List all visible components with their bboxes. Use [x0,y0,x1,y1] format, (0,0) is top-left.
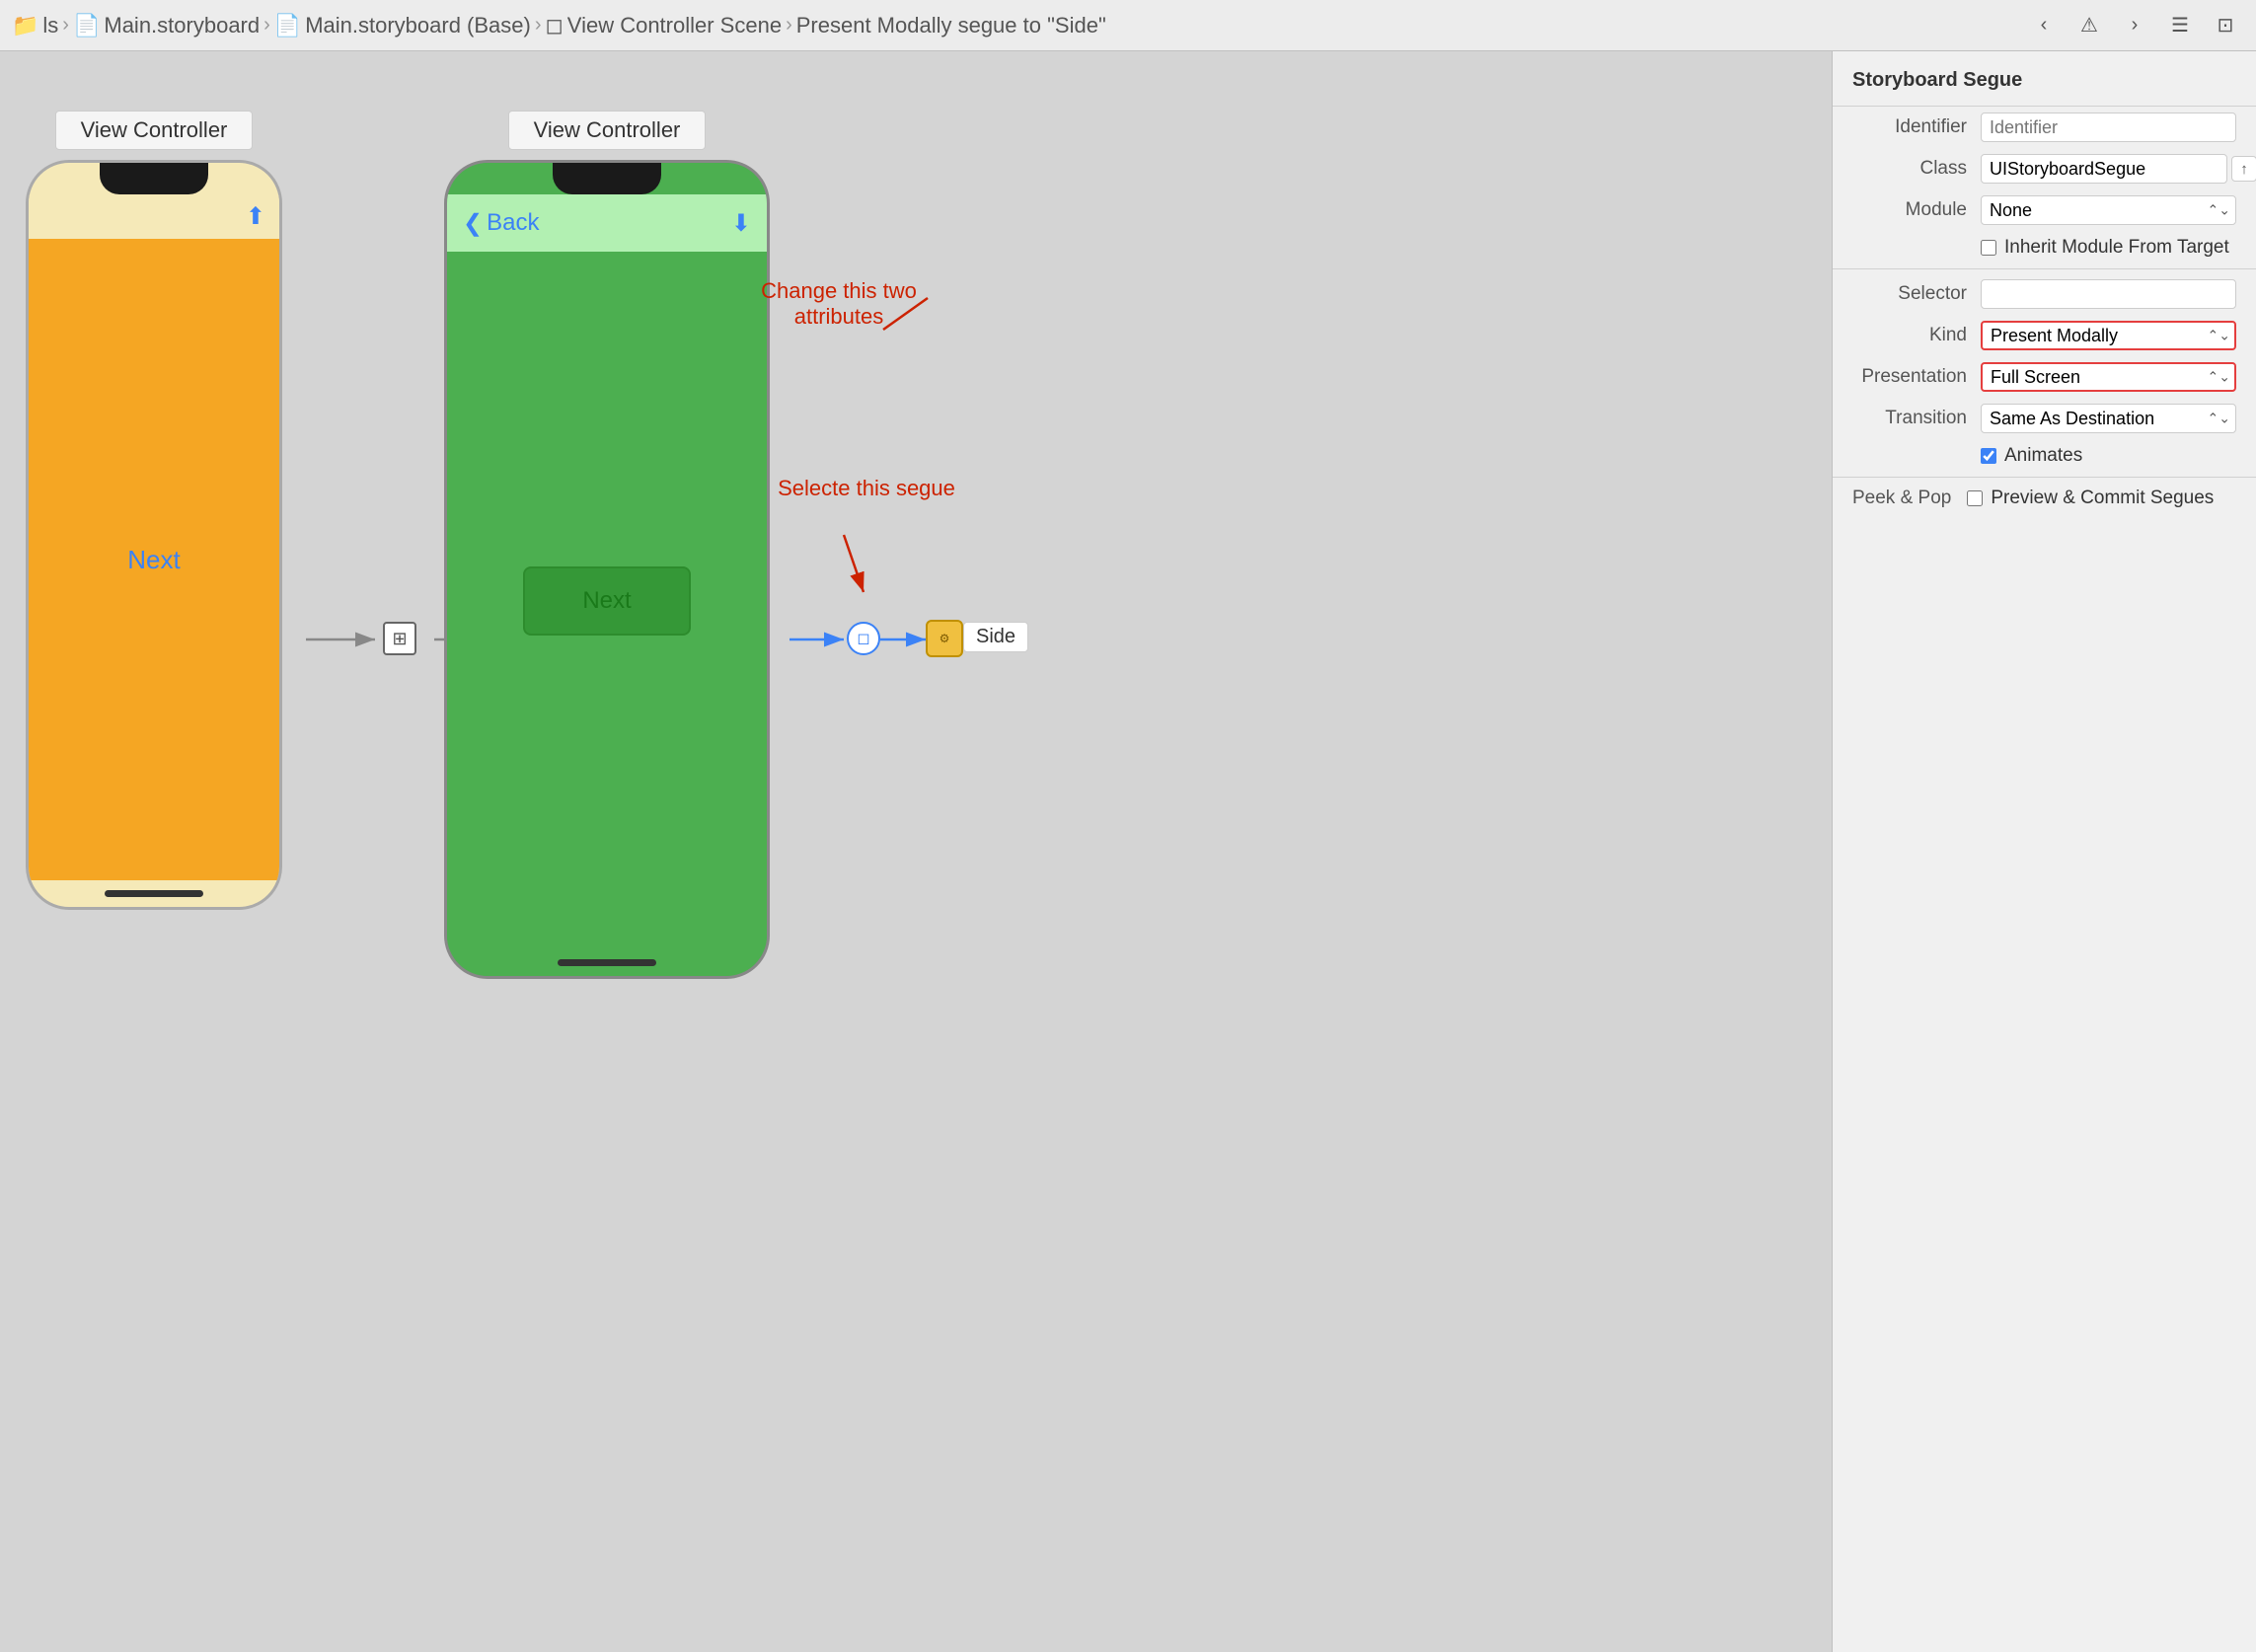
class-icons: ↑ ▼ [2231,156,2256,182]
inspector-title: Storyboard Segue [1833,51,2256,107]
vc1-card: View Controller ⬆ Next [26,111,282,910]
transition-select-wrapper: Same As Destination Cover Vertical Flip … [1981,404,2236,433]
toolbar: 📁 ls › 📄 Main.storyboard › 📄 Main.storyb… [0,0,2256,51]
inherit-module-row: Inherit Module From Target [1833,231,2256,264]
kind-label: Kind [1852,325,1981,346]
animates-row: Animates [1833,439,2256,473]
peek-value: Preview & Commit Segues [1991,488,2214,509]
scene-icon: ◻ [546,13,564,38]
presentation-select-wrapper: Full Screen Automatic Form Sheet Page Sh… [1981,362,2236,392]
breadcrumb-item-1[interactable]: 📁 ls [12,13,58,38]
inspector-module-row: Module None ⌃⌄ [1833,189,2256,231]
selector-input[interactable] [1981,279,2236,309]
inspector-presentation-row: Presentation Full Screen Automatic Form … [1833,356,2256,398]
animates-checkbox[interactable] [1981,448,1996,464]
peek-row: Peek & Pop Preview & Commit Segues [1833,482,2256,515]
annotation-change-attrs: Change this two attributes [740,278,938,330]
inspector-selector-row: Selector [1833,273,2256,315]
download-icon: ⬇ [731,209,751,238]
identifier-input[interactable] [1981,113,2236,142]
segue-box-node[interactable]: ⊞ [383,622,416,655]
storyboard-base-icon: 📄 [274,13,301,38]
breadcrumb-item-2[interactable]: 📄 Main.storyboard [73,13,260,38]
phone-orange-body: Next [29,239,279,880]
peek-checkbox[interactable] [1967,490,1983,506]
class-icon-btn-1[interactable]: ↑ [2231,156,2256,182]
module-label: Module [1852,199,1981,221]
inspector-transition-row: Transition Same As Destination Cover Ver… [1833,398,2256,439]
divider-2 [1833,477,2256,478]
breadcrumb-item-5[interactable]: Present Modally segue to "Side" [796,13,1106,38]
side-destination-node[interactable]: ⚙ [926,620,963,657]
main-layout: View Controller ⬆ Next ⊞ View Controller [0,51,2256,1652]
back-button[interactable]: ❮ Back [463,209,539,238]
chevron-left-icon: ❮ [463,209,483,238]
breadcrumb-sep-3: › [535,14,542,37]
animates-label: Animates [2004,445,2082,467]
canvas-area[interactable]: View Controller ⬆ Next ⊞ View Controller [0,51,1832,1652]
vc2-phone: ❮ Back ⬇ Next [444,160,770,979]
transition-select[interactable]: Same As Destination Cover Vertical Flip … [1981,404,2236,433]
toolbar-right: ‹ ⚠ › ☰ ⊡ [2025,10,2244,41]
class-label: Class [1852,158,1981,180]
inspector-identifier-row: Identifier [1833,107,2256,148]
vc2-title: View Controller [508,111,706,150]
breadcrumb-item-3[interactable]: 📄 Main.storyboard (Base) [274,13,531,38]
storyboard-icon: 📄 [73,13,100,38]
breadcrumb-sep-2: › [263,14,270,37]
nav-back-button[interactable]: ‹ [2025,10,2063,41]
kind-select[interactable]: Present Modally Show Show Detail Present… [1981,321,2236,350]
inherit-module-checkbox[interactable] [1981,240,1996,256]
layout-button[interactable]: ⊡ [2207,10,2244,41]
inspector-class-row: Class ↑ ▼ [1833,148,2256,189]
nav-forward-button[interactable]: › [2116,10,2153,41]
side-gear-icon: ⚙ [940,632,950,645]
selector-label: Selector [1852,283,1981,305]
nav-warning-button[interactable]: ⚠ [2070,10,2108,41]
peek-label: Peek & Pop [1852,488,1951,509]
phone-home-bar-2 [558,959,656,966]
folder-icon: 📁 [12,13,38,38]
vc1-next-label: Next [127,545,180,575]
identifier-label: Identifier [1852,116,1981,138]
breadcrumb-sep-4: › [786,14,792,37]
segue-circle-node[interactable]: ◻ [847,622,880,655]
vc1-phone: ⬆ Next [26,160,282,910]
vc2-next-button[interactable]: Next [523,566,691,636]
phone-notch-2 [553,163,661,194]
breadcrumb: 📁 ls › 📄 Main.storyboard › 📄 Main.storyb… [12,13,2019,38]
phone-home-bar-1 [105,890,203,897]
class-input-wrapper: ↑ ▼ [1981,154,2256,184]
module-select[interactable]: None [1981,195,2236,225]
kind-select-wrapper: Present Modally Show Show Detail Present… [1981,321,2236,350]
class-input[interactable] [1981,154,2227,184]
breadcrumb-item-4[interactable]: ◻ View Controller Scene [546,13,783,38]
phone-nav-bar: ❮ Back ⬇ [447,194,767,252]
module-select-wrapper: None ⌃⌄ [1981,195,2236,225]
share-icon: ⬆ [246,203,265,230]
segue-grid-icon: ⊞ [392,629,407,649]
segue-circle-icon: ◻ [857,629,869,648]
annotation-select-segue: Selecte this segue [768,476,965,501]
presentation-select[interactable]: Full Screen Automatic Form Sheet Page Sh… [1981,362,2236,392]
breadcrumb-sep-1: › [62,14,69,37]
inherit-module-label: Inherit Module From Target [2004,237,2229,259]
inspector-panel: Storyboard Segue Identifier Class ↑ ▼ Mo… [1832,51,2256,1652]
inspector-kind-row: Kind Present Modally Show Show Detail Pr… [1833,315,2256,356]
vc2-card: View Controller ❮ Back ⬇ Next [444,111,770,979]
side-label: Side [963,622,1028,652]
transition-label: Transition [1852,408,1981,429]
phone-notch-1 [100,163,208,194]
menu-button[interactable]: ☰ [2161,10,2199,41]
vc1-title: View Controller [55,111,253,150]
presentation-label: Presentation [1852,366,1981,388]
divider-1 [1833,268,2256,269]
phone-green-body: Next [447,252,767,949]
